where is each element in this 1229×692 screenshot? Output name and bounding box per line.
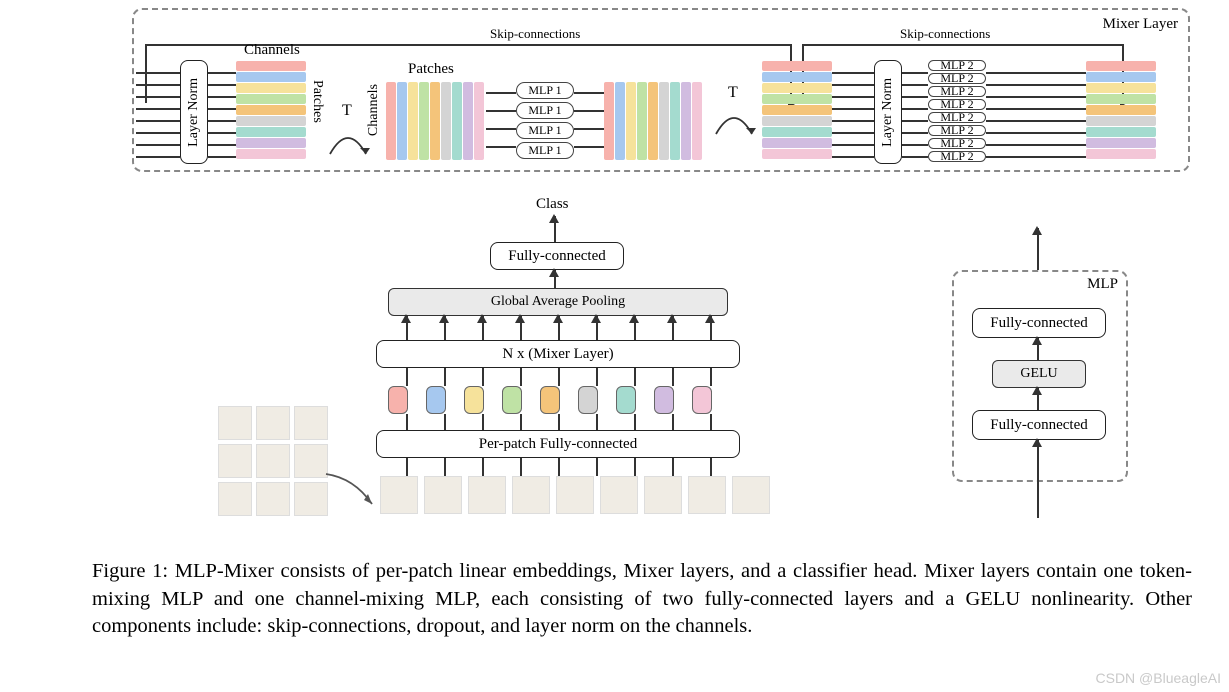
- grid-patch: [256, 406, 290, 440]
- fc-label: Fully-connected: [508, 248, 605, 265]
- mlp2-6: MLP 2: [928, 125, 986, 136]
- transpose-arc-1: [326, 118, 370, 162]
- n-mixer-label: N x (Mixer Layer): [502, 346, 613, 363]
- patch-image: [688, 476, 726, 514]
- per-patch-fc-box: Per-patch Fully-connected: [376, 430, 740, 458]
- image-grid: [218, 406, 328, 516]
- mlp-fc1-label: Fully-connected: [990, 417, 1087, 434]
- grid-patch: [256, 444, 290, 478]
- token-row: [388, 386, 712, 414]
- patch-image: [644, 476, 682, 514]
- grid-patch: [218, 444, 252, 478]
- mlp1-3: MLP 1: [516, 122, 574, 139]
- mlp2-out-lines: [986, 66, 1086, 166]
- layer-norm-2-label: Layer Norm: [880, 78, 896, 147]
- gap-label: Global Average Pooling: [491, 294, 625, 310]
- transpose-arc-2: [712, 98, 756, 142]
- mlp2-1: MLP 2: [928, 60, 986, 71]
- fc-box: Fully-connected: [490, 242, 624, 270]
- channels-label-v: Channels: [366, 84, 382, 136]
- patch-arrows: [388, 458, 728, 476]
- patches-label-v1: Patches: [309, 80, 325, 123]
- skip-label-1: Skip-connections: [490, 26, 580, 42]
- patches-label-h: Patches: [408, 61, 454, 78]
- patch-image: [600, 476, 638, 514]
- from-mlp1-lines: [574, 88, 604, 158]
- to-ln2-lines: [832, 66, 874, 166]
- token: [388, 386, 408, 414]
- patch-row: [380, 476, 770, 514]
- watermark: CSDN @BlueagleAI: [1096, 670, 1222, 686]
- mlp2-stack: MLP 2 MLP 2 MLP 2 MLP 2 MLP 2 MLP 2 MLP …: [928, 60, 986, 162]
- layer-norm-2: Layer Norm: [874, 60, 902, 164]
- grid-patch: [256, 482, 290, 516]
- token: [654, 386, 674, 414]
- patch-image: [556, 476, 594, 514]
- mlp-fc2: Fully-connected: [972, 308, 1106, 338]
- mlp1-2: MLP 1: [516, 102, 574, 119]
- mlp1-1: MLP 1: [516, 82, 574, 99]
- patch-image: [380, 476, 418, 514]
- token-arrows: [388, 414, 728, 430]
- mlp2-7: MLP 2: [928, 138, 986, 149]
- per-patch-fc-label: Per-patch Fully-connected: [479, 436, 637, 453]
- transpose-t-2: T: [728, 84, 738, 102]
- to-mlp1-lines: [486, 88, 516, 158]
- mlp2-3: MLP 2: [928, 86, 986, 97]
- grid-to-patch-arrow: [320, 470, 380, 514]
- grid-patch: [218, 482, 252, 516]
- figure-caption: Figure 1: MLP-Mixer consists of per-patc…: [92, 558, 1192, 641]
- channels-label: Channels: [244, 42, 300, 59]
- token: [578, 386, 598, 414]
- mlp1-4: MLP 1: [516, 142, 574, 159]
- patch-image: [468, 476, 506, 514]
- layer-norm-1-label: Layer Norm: [186, 78, 202, 147]
- token: [616, 386, 636, 414]
- patch-image: [732, 476, 770, 514]
- figure-canvas: Mixer Layer Skip-connections Skip-connec…: [0, 0, 1229, 692]
- patches-stack-1: [386, 82, 486, 160]
- token: [540, 386, 560, 414]
- grid-patch: [294, 406, 328, 440]
- patch-image: [512, 476, 550, 514]
- ln2-out-lines: [902, 66, 928, 166]
- channels-stack-3: [1086, 61, 1156, 164]
- token: [692, 386, 712, 414]
- nmixer-arrows: [388, 368, 728, 386]
- mlp2-4: MLP 2: [928, 99, 986, 110]
- mlp-title: MLP: [1087, 276, 1118, 293]
- gap-box: Global Average Pooling: [388, 288, 728, 316]
- skip-label-2: Skip-connections: [900, 26, 990, 42]
- token: [426, 386, 446, 414]
- mlp2-5: MLP 2: [928, 112, 986, 123]
- mlp-gelu: GELU: [992, 360, 1086, 388]
- mlp2-2: MLP 2: [928, 73, 986, 84]
- input-lines-ln1: [136, 66, 180, 166]
- mlp-gelu-label: GELU: [1020, 366, 1057, 382]
- mlp2-8: MLP 2: [928, 151, 986, 162]
- transpose-t-1: T: [342, 102, 352, 120]
- patch-image: [424, 476, 462, 514]
- gap-arrows: [388, 316, 728, 340]
- mlp-fc1: Fully-connected: [972, 410, 1106, 440]
- mlp1-stack: MLP 1 MLP 1 MLP 1 MLP 1: [516, 82, 574, 159]
- n-mixer-box: N x (Mixer Layer): [376, 340, 740, 368]
- channels-stack-2: [762, 61, 832, 164]
- token: [464, 386, 484, 414]
- patches-stack-2: [604, 82, 704, 160]
- grid-patch: [218, 406, 252, 440]
- class-label: Class: [536, 196, 569, 213]
- mixer-layer-title: Mixer Layer: [1103, 16, 1178, 33]
- channels-stack-1: [236, 61, 306, 164]
- mlp-fc2-label: Fully-connected: [990, 315, 1087, 332]
- layer-norm-1: Layer Norm: [180, 60, 208, 164]
- ln1-out-lines: [208, 66, 236, 166]
- token: [502, 386, 522, 414]
